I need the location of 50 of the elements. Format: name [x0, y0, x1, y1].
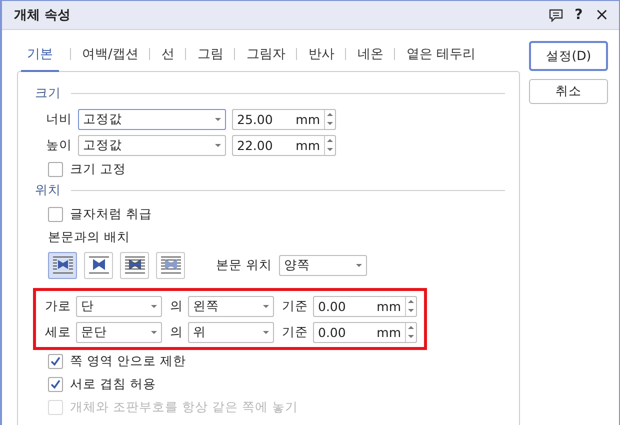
section-title: 크기 — [35, 84, 61, 102]
field-label: 의 — [170, 324, 183, 340]
section-title: 위치 — [35, 182, 61, 198]
checkbox[interactable] — [48, 207, 63, 222]
dropdown[interactable]: 단 — [76, 296, 162, 316]
checkbox[interactable] — [48, 354, 63, 369]
tab[interactable]: 그림자 — [246, 36, 286, 72]
number-field[interactable]: 0.00 mm — [313, 322, 417, 342]
wrap-option-button[interactable] — [156, 252, 185, 278]
dialog-button[interactable]: 취소 — [529, 79, 608, 104]
number-field[interactable]: 25.00 mm — [232, 108, 336, 130]
tab[interactable]: 여백/캡션 — [82, 36, 138, 72]
dropdown[interactable]: 위 — [188, 322, 274, 342]
close-button[interactable]: × — [594, 5, 609, 25]
field-label: 높이 — [46, 136, 72, 154]
tab[interactable]: 네온 — [357, 36, 384, 72]
dropdown[interactable]: 고정값 — [78, 108, 226, 130]
dropdown[interactable]: 양쪽 — [278, 254, 367, 276]
field-label: 너비 — [46, 110, 72, 128]
number-field[interactable]: 0.00 mm — [313, 296, 417, 316]
field-label: 본문 위치 — [216, 256, 272, 274]
checkbox-label: 쪽 영역 안으로 제한 — [70, 353, 186, 370]
tab[interactable]: 기본 — [21, 36, 59, 72]
checkbox[interactable] — [48, 162, 63, 177]
field-label: 기준 — [282, 324, 308, 340]
checkbox-label: 서로 겹침 허용 — [70, 376, 156, 393]
tab[interactable]: 그림 — [197, 36, 224, 72]
dropdown[interactable]: 왼쪽 — [188, 296, 274, 316]
dialog-button[interactable]: 설정(D) — [529, 41, 608, 71]
dropdown[interactable]: 고정값 — [78, 134, 226, 156]
checkbox[interactable] — [48, 377, 63, 392]
comment-icon[interactable] — [548, 8, 563, 22]
field-label: 세로 — [45, 324, 71, 340]
checkbox-label: 개체와 조판부호를 항상 같은 쪽에 놓기 — [70, 399, 298, 416]
wrap-option-button[interactable] — [84, 252, 113, 278]
dropdown[interactable]: 문단 — [76, 322, 162, 342]
field-label: 기준 — [282, 298, 308, 314]
wrap-option-button[interactable] — [48, 252, 77, 278]
group-label: 본문과의 배치 — [47, 228, 131, 246]
tab[interactable]: 반사 — [308, 36, 334, 72]
tab[interactable]: 옅은 테두리 — [406, 36, 476, 72]
checkbox-label: 글자처럼 취급 — [70, 206, 152, 223]
wrap-option-button[interactable] — [120, 252, 149, 278]
tab[interactable]: 선 — [161, 36, 174, 72]
checkbox-label: 크기 고정 — [70, 161, 126, 178]
window-title: 개체 속성 — [14, 7, 71, 24]
field-label: 의 — [170, 298, 183, 314]
help-button[interactable]: ? — [574, 7, 583, 23]
field-label: 가로 — [45, 298, 71, 314]
number-field[interactable]: 22.00 mm — [232, 134, 336, 156]
